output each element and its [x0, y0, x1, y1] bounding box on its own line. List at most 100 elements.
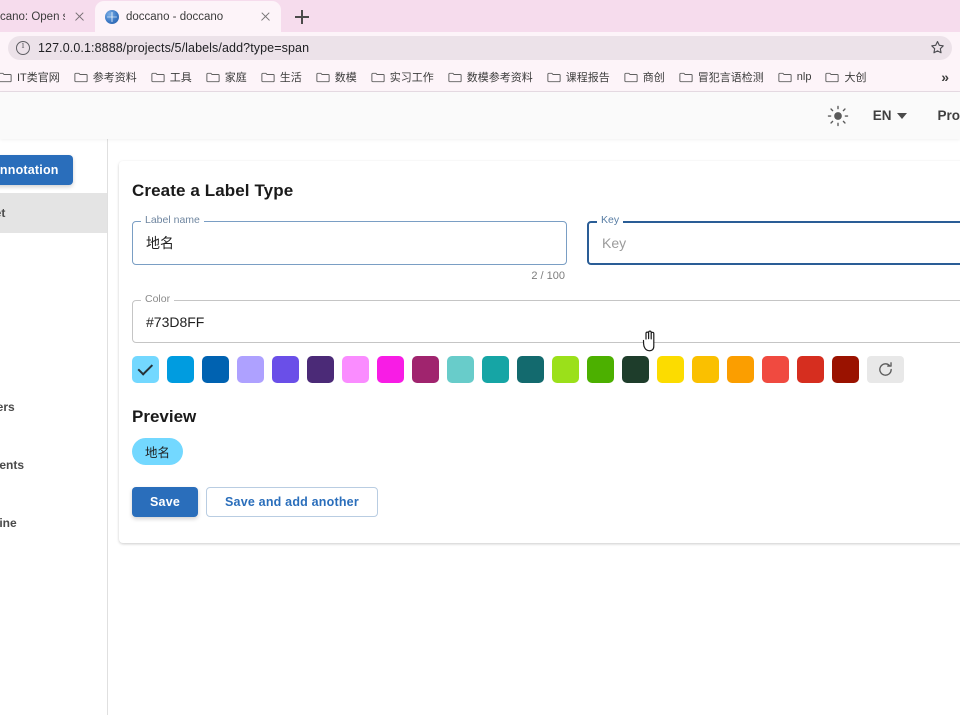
star-icon[interactable]	[929, 39, 946, 56]
bookmark-label: 课程报告	[565, 72, 610, 84]
bookmark-item[interactable]: 实习工作	[364, 66, 441, 88]
folder-icon	[547, 72, 561, 82]
bookmark-item[interactable]: 大创	[818, 66, 873, 88]
color-swatch[interactable]	[132, 356, 159, 383]
save-button[interactable]: Save	[132, 487, 198, 517]
bookmark-item[interactable]: 商创	[617, 66, 672, 88]
sidebar-item-comments[interactable]: Comments	[0, 445, 107, 485]
color-swatch[interactable]	[377, 356, 404, 383]
color-swatch[interactable]	[482, 356, 509, 383]
bookmark-item[interactable]: 数模	[309, 66, 364, 88]
start-annotation-button[interactable]: Start Annotation	[0, 155, 73, 185]
folder-icon	[624, 72, 638, 82]
color-swatch[interactable]	[342, 356, 369, 383]
folder-icon	[151, 72, 165, 82]
create-label-card: Create a Label Type 地名 Label name 2 / 10…	[119, 161, 960, 543]
color-field-wrap: #73D8FF Color	[132, 293, 960, 343]
new-tab-button[interactable]	[289, 4, 315, 30]
save-and-add-another-button[interactable]: Save and add another	[206, 487, 378, 517]
bookmarks-bar: IT类官网 参考资料 工具 家庭 生活 数模 实习工作 数模参考资料 课程报告 …	[0, 63, 960, 92]
sidebar-item-dataset[interactable]: Dataset	[0, 193, 107, 233]
language-selector[interactable]: EN	[873, 108, 908, 123]
bookmark-item[interactable]: IT类官网	[0, 66, 67, 88]
folder-icon	[825, 72, 840, 82]
main-content: Create a Label Type 地名 Label name 2 / 10…	[108, 139, 960, 715]
bookmark-item[interactable]: 家庭	[199, 66, 254, 88]
refresh-icon[interactable]	[867, 356, 904, 383]
bookmark-label: 家庭	[224, 72, 247, 84]
color-swatch[interactable]	[202, 356, 229, 383]
color-swatch[interactable]	[622, 356, 649, 383]
tab-strip: cano: Open sour doccano - doccano	[0, 0, 960, 32]
color-swatch[interactable]	[447, 356, 474, 383]
bookmark-label: 冒犯言语检测	[697, 72, 764, 84]
color-swatch[interactable]	[272, 356, 299, 383]
preview-chip: 地名	[132, 438, 184, 465]
browser-tab-active[interactable]: doccano - doccano	[95, 1, 281, 32]
browser-tab-inactive[interactable]: cano: Open sour	[0, 1, 95, 32]
bookmark-label: 参考资料	[92, 72, 137, 84]
bookmarks-overflow-button[interactable]: »	[933, 69, 956, 85]
sidebar-item-labels[interactable]: Labels	[0, 329, 107, 369]
bookmark-label: nlp	[796, 71, 812, 83]
folder-icon	[316, 72, 330, 82]
color-swatch[interactable]	[762, 356, 789, 383]
color-swatch[interactable]	[167, 356, 194, 383]
color-swatch[interactable]	[237, 356, 264, 383]
label-name-value: 地名	[146, 235, 174, 251]
color-value: #73D8FF	[146, 313, 205, 330]
color-swatch[interactable]	[797, 356, 824, 383]
address-bar-url: 127.0.0.1:8888/projects/5/labels/add?typ…	[38, 40, 310, 55]
tab-title: cano: Open sour	[0, 10, 65, 23]
color-legend: Color	[141, 293, 175, 305]
preview-title: Preview	[132, 407, 197, 426]
bookmark-label: 大创	[844, 72, 867, 84]
doccano-app: EN Pro Start Annotation Dataset Labels M…	[0, 92, 960, 715]
color-swatch[interactable]	[692, 356, 719, 383]
label-name-legend: Label name	[141, 214, 204, 226]
sidebar-item-members[interactable]: Members	[0, 387, 107, 427]
key-legend: Key	[597, 214, 624, 226]
bookmark-item[interactable]: 工具	[144, 66, 199, 88]
color-input[interactable]: #73D8FF	[132, 300, 960, 343]
color-swatch[interactable]	[412, 356, 439, 383]
bookmark-label: 实习工作	[389, 72, 434, 84]
bookmark-item[interactable]: 参考资料	[67, 66, 144, 88]
bookmark-item[interactable]: 课程报告	[540, 66, 617, 88]
color-swatch[interactable]	[657, 356, 684, 383]
label-name-counter: 2 / 100	[531, 270, 565, 282]
color-swatch[interactable]	[307, 356, 334, 383]
bookmark-item[interactable]: 生活	[254, 66, 309, 88]
app-top-bar: EN Pro	[0, 92, 960, 139]
bookmark-label: 数模	[334, 72, 357, 84]
bookmark-item[interactable]: 冒犯言语检测	[672, 66, 771, 88]
form-actions: Save Save and add another	[132, 487, 960, 517]
color-swatch[interactable]	[517, 356, 544, 383]
color-swatch[interactable]	[552, 356, 579, 383]
key-input[interactable]: Key	[587, 221, 960, 265]
folder-icon	[679, 72, 693, 82]
bookmark-label: 数模参考资料	[466, 72, 533, 84]
sun-icon[interactable]	[827, 105, 849, 127]
profile-menu[interactable]: Pro	[937, 108, 960, 123]
close-icon[interactable]	[258, 9, 273, 24]
address-bar[interactable]: 127.0.0.1:8888/projects/5/labels/add?typ…	[8, 35, 952, 60]
folder-icon	[206, 72, 220, 82]
color-swatch[interactable]	[727, 356, 754, 383]
bookmark-label: IT类官网	[17, 72, 60, 84]
color-swatch[interactable]	[832, 356, 859, 383]
label-name-input[interactable]: 地名	[132, 221, 567, 265]
sidebar-item-guideline[interactable]: Guideline	[0, 503, 107, 543]
bookmark-item[interactable]: 数模参考资料	[441, 66, 540, 88]
page-title: Create a Label Type	[132, 181, 294, 200]
color-swatch[interactable]	[587, 356, 614, 383]
check-icon	[137, 359, 153, 376]
close-icon[interactable]	[72, 9, 87, 24]
browser-chrome: cano: Open sour doccano - doccano 127.0.…	[0, 0, 960, 92]
bookmark-label: 商创	[642, 72, 665, 84]
bookmark-item[interactable]: nlp	[771, 68, 819, 86]
folder-icon	[371, 72, 385, 82]
sidebar-item-label: Dataset	[0, 206, 6, 220]
site-info-icon[interactable]	[16, 40, 30, 55]
